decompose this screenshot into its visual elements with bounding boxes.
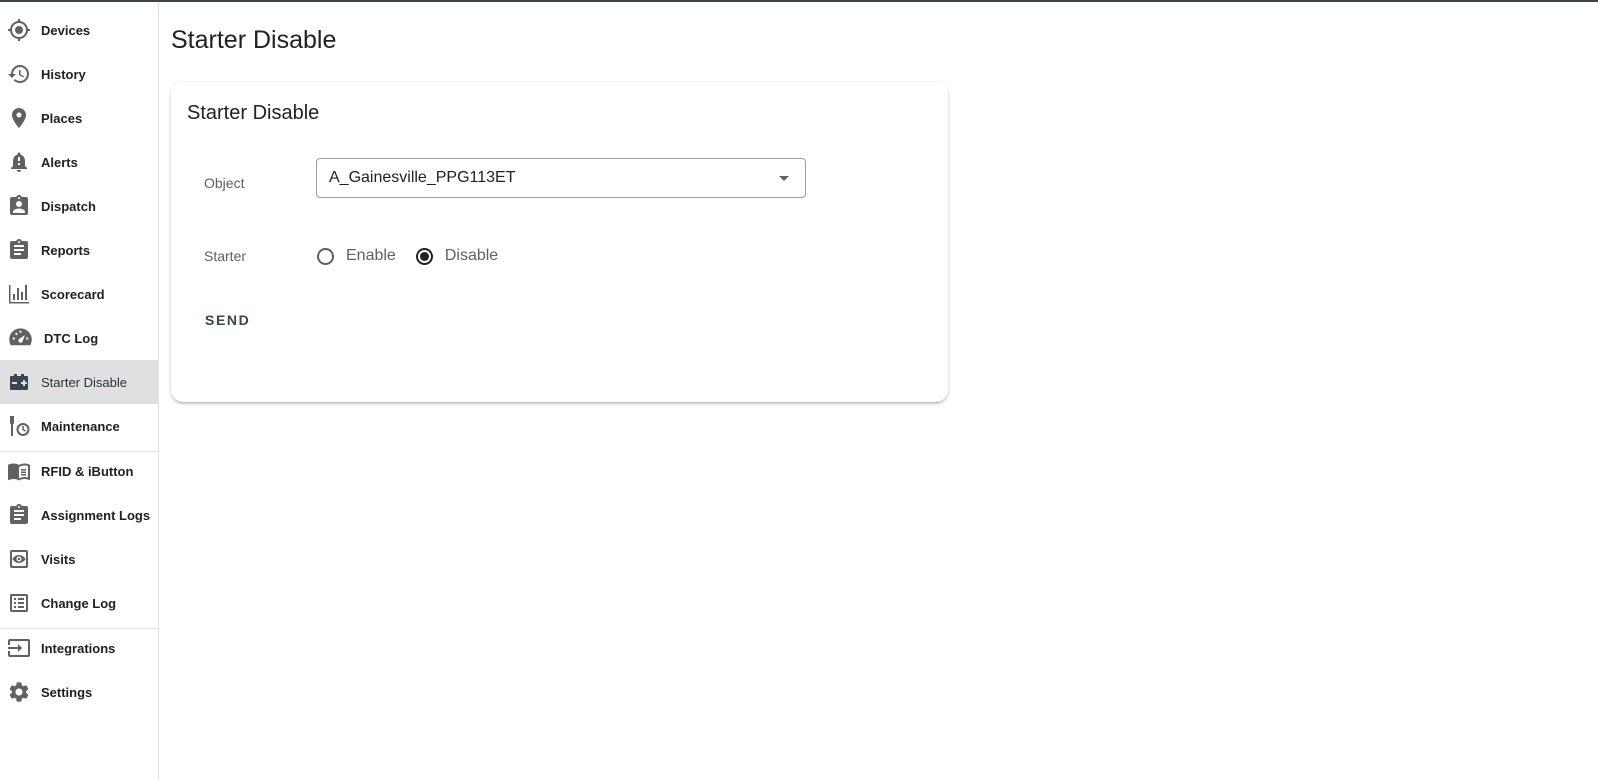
sidebar-item-rfid-ibutton[interactable]: RFID & iButton [0, 449, 158, 493]
sidebar-item-scorecard[interactable]: Scorecard [0, 272, 158, 316]
history-icon [7, 62, 31, 86]
sidebar-item-reports[interactable]: Reports [0, 228, 158, 272]
bar-chart-icon [7, 282, 31, 306]
sidebar-item-alerts[interactable]: Alerts [0, 140, 158, 184]
sidebar-item-maintenance[interactable]: Maintenance [0, 404, 158, 448]
sidebar-item-assignment-logs[interactable]: Assignment Logs [0, 493, 158, 537]
sidebar-item-label: Maintenance [41, 418, 120, 434]
page-title: Starter Disable [171, 26, 337, 54]
sidebar-item-history[interactable]: History [0, 52, 158, 96]
object-label: Object [204, 175, 245, 191]
dispatch-icon [7, 194, 31, 218]
gear-icon [7, 680, 31, 704]
sidebar-item-settings[interactable]: Settings [0, 670, 158, 714]
sidebar-item-label: DTC Log [44, 330, 99, 346]
sidebar-item-change-log[interactable]: Change Log [0, 581, 158, 625]
sidebar-item-label: Starter Disable [41, 374, 127, 390]
enable-radio-label: Enable [346, 247, 396, 264]
starter-label: Starter [204, 248, 247, 264]
clipboard-list-icon [7, 503, 31, 527]
radio-dot [419, 251, 429, 261]
sidebar-item-integrations[interactable]: Integrations [0, 626, 158, 670]
sidebar-item-dispatch[interactable]: Dispatch [0, 184, 158, 228]
card-reader-icon [7, 459, 31, 483]
sidebar-item-visits[interactable]: Visits [0, 537, 158, 581]
top-border [0, 0, 1598, 2]
sidebar-item-devices[interactable]: Devices [0, 8, 158, 52]
battery-icon [7, 370, 31, 394]
eye-icon [7, 547, 31, 571]
speedometer-icon [7, 326, 34, 350]
import-icon [7, 636, 31, 660]
card-title: Starter Disable [187, 102, 320, 124]
sidebar-item-label: Scorecard [41, 286, 105, 302]
clipboard-icon [7, 238, 31, 262]
sidebar: Devices History Places Alerts Dispatch R… [0, 2, 159, 780]
disable-radio-label: Disable [444, 247, 499, 264]
sidebar-item-starter-disable[interactable]: Starter Disable [0, 360, 158, 404]
sidebar-item-label: RFID & iButton [41, 463, 134, 479]
enable-radio[interactable]: Enable [317, 247, 396, 265]
sidebar-item-label: Dispatch [41, 198, 96, 214]
disable-radio[interactable]: Disable [415, 247, 499, 265]
sidebar-item-label: Integrations [41, 640, 116, 656]
sidebar-item-label: Visits [41, 551, 76, 567]
sidebar-item-label: Alerts [41, 154, 78, 170]
sidebar-item-label: History [41, 66, 86, 82]
sidebar-item-places[interactable]: Places [0, 96, 158, 140]
sidebar-item-label: Settings [41, 684, 93, 700]
starter-radio-group: Enable Disable [317, 244, 518, 268]
sidebar-item-label: Reports [41, 242, 91, 258]
sidebar-item-label: Devices [41, 22, 91, 38]
list-icon [7, 591, 31, 615]
object-select[interactable]: A_Gainesville_PPG113ET [316, 158, 806, 198]
sidebar-item-label: Assignment Logs [41, 507, 151, 523]
radio-unchecked-icon[interactable] [317, 247, 334, 265]
sidebar-item-label: Places [41, 110, 83, 126]
starter-disable-card: Starter Disable Object A_Gainesville_PPG… [171, 82, 948, 402]
send-button[interactable]: SEND [197, 302, 258, 338]
radio-checked-icon[interactable] [415, 247, 433, 265]
bell-alert-icon [7, 150, 31, 174]
map-pin-icon [7, 106, 31, 130]
chevron-down-icon [779, 176, 789, 181]
wrench-clock-icon [7, 414, 31, 438]
sidebar-item-label: Change Log [41, 595, 117, 611]
sidebar-item-dtc-log[interactable]: DTC Log [0, 316, 158, 360]
crosshair-icon [7, 18, 31, 42]
object-select-value: A_Gainesville_PPG113ET [329, 169, 516, 186]
